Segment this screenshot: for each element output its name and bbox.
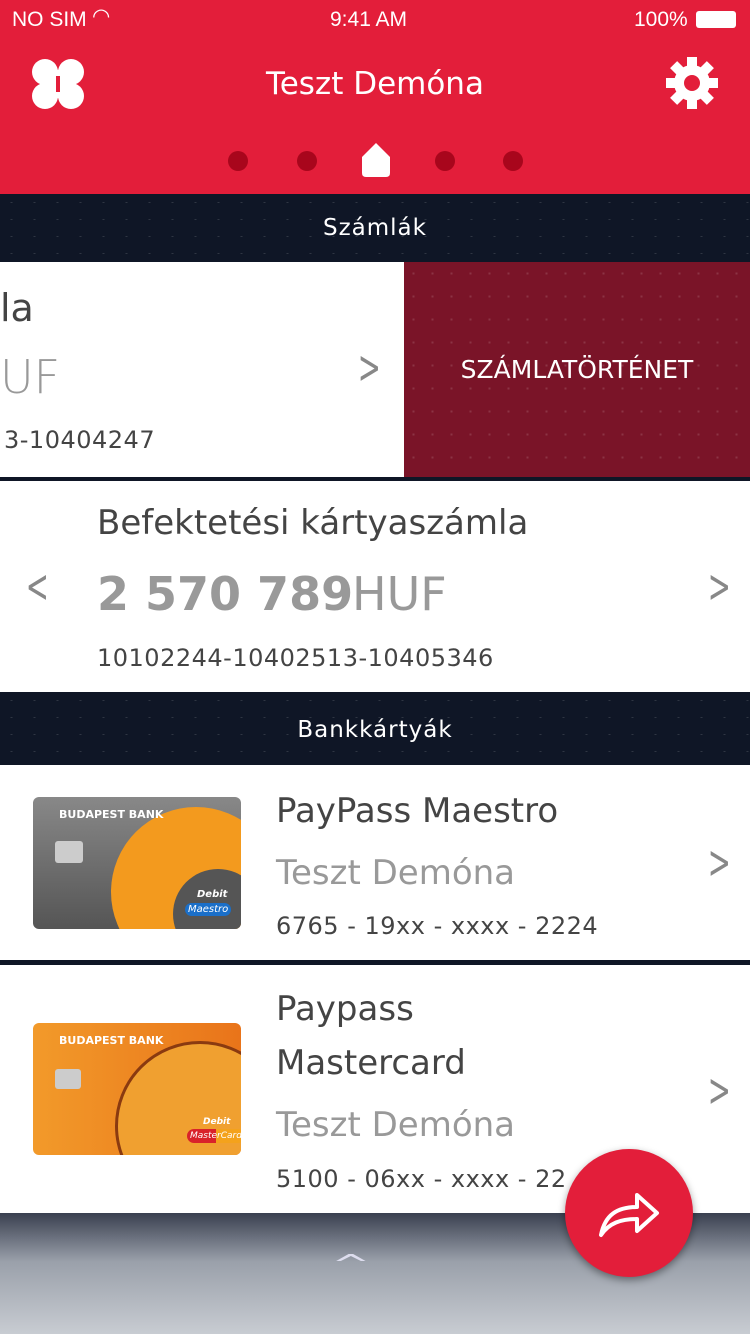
page-dot[interactable] [228,151,248,171]
chevron-right-icon[interactable]: > [708,1063,731,1117]
mastercard-logo: MasterCard [187,1129,241,1143]
card-name: Mastercard [276,1043,466,1083]
account-row[interactable]: la UF 3-10404247 > [0,262,404,477]
header: NO SIM ◠ 9:41 AM 100% Teszt Demóna [0,0,750,194]
transfer-fab-button[interactable] [565,1149,693,1277]
account-currency: HUF [352,567,447,621]
page-dot[interactable] [297,151,317,171]
account-number: 10102244-10402513-10405346 [97,644,494,672]
card-image-mastercard: BUDAPEST BANK Debit MasterCard [33,1023,241,1155]
chevron-right-icon[interactable]: > [708,559,731,613]
wifi-icon: ◠ [92,5,111,28]
account-currency: UF [0,350,61,404]
section-header-accounts: Számlák [0,194,750,262]
card-number: 5100 - 06xx - xxxx - 22 [276,1165,567,1193]
account-history-button[interactable]: SZÁMLATÖRTÉNET [404,262,750,477]
card-image-maestro: BUDAPEST BANK Debit Maestro [33,797,241,929]
card-type: Debit [197,889,228,900]
card-holder: Teszt Demóna [276,1105,516,1145]
chevron-right-icon[interactable]: > [358,340,381,394]
battery-icon [696,11,736,28]
carrier: NO SIM [12,8,87,31]
section-header-cards: Bankkártyák [0,692,750,765]
chevron-up-icon[interactable]: ^ [331,1250,370,1280]
page-dot[interactable] [503,151,523,171]
gear-icon[interactable] [666,57,718,109]
account-name: la [0,286,34,330]
card-bank-name: BUDAPEST BANK [59,808,164,821]
account-amount: 2 570 789 [97,567,354,621]
home-icon[interactable] [362,143,390,177]
share-arrow-icon [599,1193,659,1237]
account-name: Befektetési kártyaszámla [97,503,529,543]
card-number: 6765 - 19xx - xxxx - 2224 [276,912,599,940]
card-holder: Teszt Demóna [276,853,516,893]
maestro-logo: Maestro [185,903,232,916]
account-row[interactable]: < Befektetési kártyaszámla 2 570 789 HUF… [0,481,750,692]
card-bank-name: BUDAPEST BANK [59,1034,164,1047]
card-type: Debit [203,1117,231,1127]
clock: 9:41 AM [330,8,408,31]
chevron-right-icon[interactable]: > [708,835,731,889]
chevron-left-icon[interactable]: < [26,559,49,613]
account-number: 3-10404247 [4,426,156,454]
battery-percent: 100% [634,8,688,31]
card-name: Paypass [276,989,414,1029]
card-name: PayPass Maestro [276,791,559,831]
page-title: Teszt Demóna [266,66,484,102]
page-dot[interactable] [435,151,455,171]
card-row[interactable]: BUDAPEST BANK Debit Maestro PayPass Maes… [0,765,750,960]
